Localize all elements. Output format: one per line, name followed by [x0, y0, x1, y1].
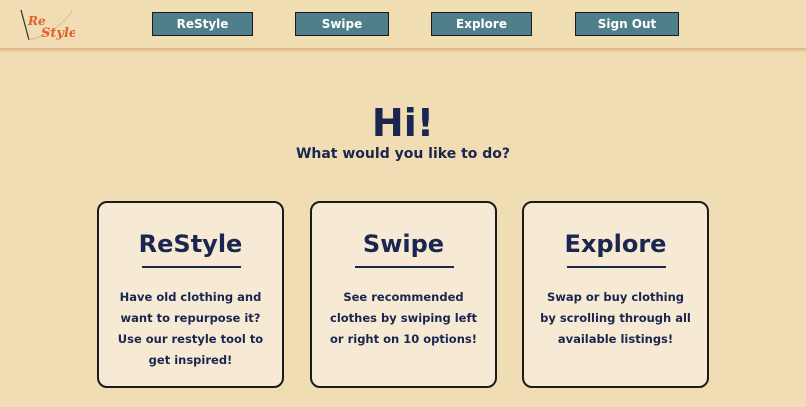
swipe-card-description: See recommended clothes by swiping left …: [330, 290, 477, 346]
explore-card-description: Swap or buy clothing by scrolling throug…: [540, 290, 691, 346]
restyle-card[interactable]: ReStyle Have old clothing and want to re…: [97, 201, 284, 388]
greeting-title: Hi!: [371, 101, 435, 145]
nav-explore-button[interactable]: Explore: [431, 12, 532, 36]
navbar: Re Style ReStyle Swipe Explore Sign Out: [0, 0, 806, 50]
nav-swipe-button[interactable]: Swipe: [295, 12, 389, 36]
restyle-card-description: Have old clothing and want to repurpose …: [117, 290, 264, 367]
swipe-card[interactable]: Swipe See recommended clothes by swiping…: [310, 201, 497, 388]
nav-sign-out-button[interactable]: Sign Out: [575, 12, 679, 36]
nav-restyle-button[interactable]: ReStyle: [152, 12, 253, 36]
explore-card-divider: [567, 266, 666, 268]
explore-card[interactable]: Explore Swap or buy clothing by scrollin…: [522, 201, 709, 388]
greeting-subtitle: What would you like to do?: [295, 146, 511, 162]
restyle-logo[interactable]: Re Style: [17, 8, 75, 42]
swipe-card-title: Swipe: [362, 230, 445, 258]
restyle-card-divider: [142, 266, 241, 268]
restyle-card-title: ReStyle: [138, 230, 243, 258]
logo-text-bottom: Style: [41, 26, 75, 41]
explore-card-title: Explore: [564, 230, 667, 258]
needle-thread-icon: Re Style: [20, 9, 75, 41]
swipe-card-divider: [355, 266, 454, 268]
